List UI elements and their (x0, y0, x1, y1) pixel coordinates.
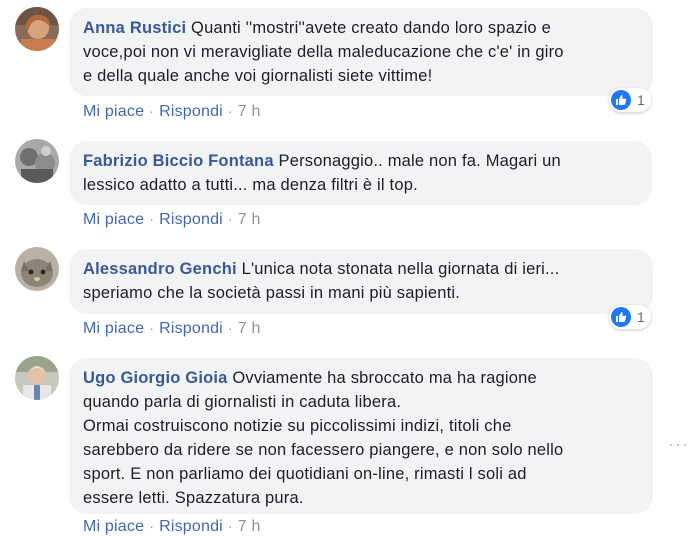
avatar[interactable] (15, 139, 59, 183)
like-link[interactable]: Mi piace (83, 211, 144, 228)
like-link[interactable]: Mi piace (83, 103, 144, 120)
reply-link[interactable]: Rispondi (159, 103, 223, 120)
reply-link[interactable]: Rispondi (159, 320, 223, 337)
comment-actions: Mi piace · Rispondi · 7 h (83, 209, 261, 230)
reaction-count: 1 (637, 92, 645, 108)
comment-bubble: Alessandro Genchi L'unica nota stonata n… (69, 249, 653, 314)
thumbs-up-icon (611, 90, 631, 110)
comment-actions: Mi piace · Rispondi · 7 h (83, 318, 261, 339)
separator-dot: · (227, 211, 233, 227)
comment-timestamp[interactable]: 7 h (238, 518, 261, 535)
comment-author[interactable]: Alessandro Genchi (83, 260, 237, 278)
reply-link[interactable]: Rispondi (159, 211, 223, 228)
separator-dot: · (149, 518, 155, 534)
comment-timestamp[interactable]: 7 h (238, 211, 261, 228)
avatar[interactable] (15, 247, 59, 291)
avatar[interactable] (15, 7, 59, 51)
separator-dot: · (227, 518, 233, 534)
like-link[interactable]: Mi piace (83, 320, 144, 337)
avatar[interactable] (15, 356, 59, 400)
separator-dot: · (227, 103, 233, 119)
comment-author[interactable]: Anna Rustici (83, 19, 186, 37)
separator-dot: · (149, 103, 155, 119)
separator-dot: · (149, 211, 155, 227)
comment-bubble: Ugo Giorgio Gioia Ovviamente ha sbroccat… (69, 358, 653, 514)
comment-bubble: Anna Rustici Quanti ''mostri''avete crea… (69, 8, 653, 96)
comment-author[interactable]: Fabrizio Biccio Fontana (83, 152, 274, 170)
separator-dot: · (149, 320, 155, 336)
comment-timestamp[interactable]: 7 h (238, 103, 261, 120)
reply-link[interactable]: Rispondi (159, 518, 223, 535)
comment-actions: Mi piace · Rispondi · 7 h (83, 101, 261, 122)
comment-author[interactable]: Ugo Giorgio Gioia (83, 369, 228, 387)
more-horizontal-icon[interactable]: ··· (668, 434, 689, 455)
reaction-badge[interactable]: 1 (609, 305, 651, 329)
separator-dot: · (227, 320, 233, 336)
comment-timestamp[interactable]: 7 h (238, 320, 261, 337)
reaction-badge[interactable]: 1 (609, 88, 651, 112)
comment-bubble: Fabrizio Biccio Fontana Personaggio.. ma… (69, 141, 652, 205)
reaction-count: 1 (637, 309, 645, 325)
comment-text: Ovviamente ha sbroccato ma ha ragione qu… (83, 369, 564, 507)
thumbs-up-icon (611, 307, 631, 327)
comment-actions: Mi piace · Rispondi · 7 h (83, 516, 261, 537)
like-link[interactable]: Mi piace (83, 518, 144, 535)
